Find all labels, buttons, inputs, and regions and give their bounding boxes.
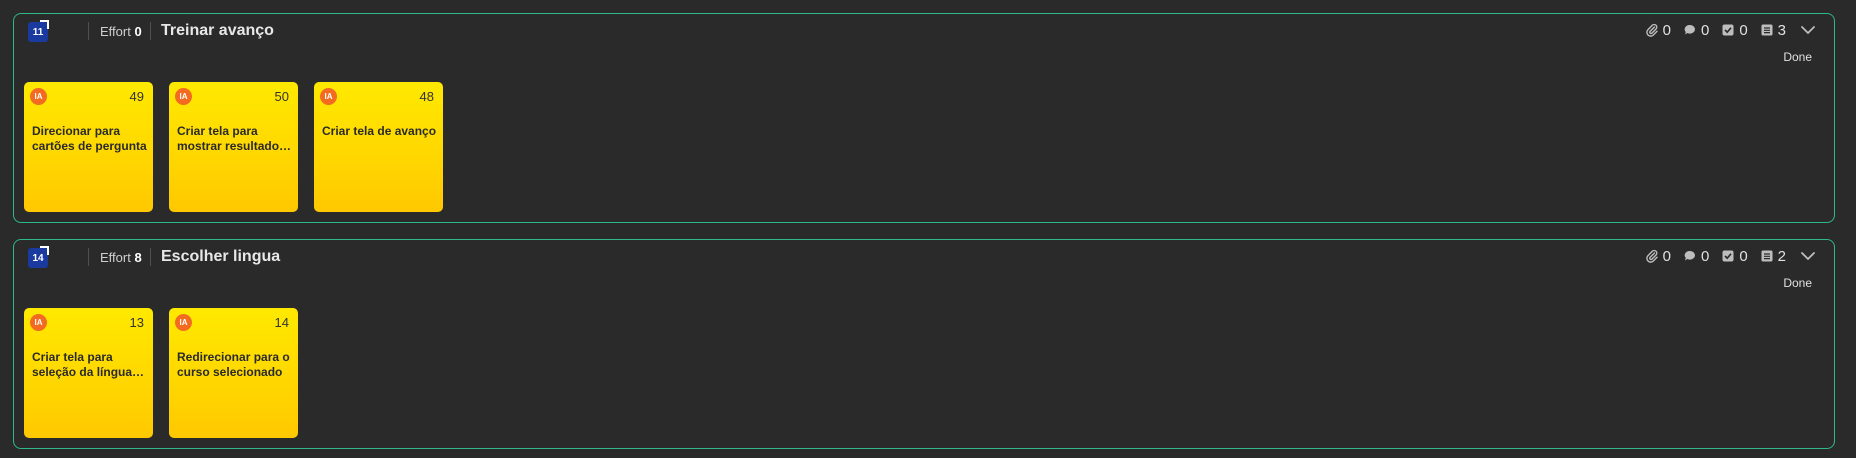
card-title: Criar tela para mostrar resultado final — [177, 124, 280, 153]
avatar: IA — [30, 314, 47, 331]
epic-id-badge[interactable]: 11 — [28, 20, 49, 42]
status-label[interactable]: Done — [1783, 50, 1812, 64]
story-card[interactable]: IA 49 Direcionar para cartões de pergunt… — [24, 82, 153, 212]
checklists-value: 0 — [1739, 247, 1748, 265]
card-title: Direcionar para cartões de pergunta — [32, 124, 147, 153]
story-card[interactable]: IA 50 Criar tela para mostrar resultado … — [169, 82, 298, 212]
avatar: IA — [320, 88, 337, 105]
attachments-value: 0 — [1662, 21, 1671, 39]
avatar: IA — [175, 88, 192, 105]
avatar: IA — [175, 314, 192, 331]
card-number: 50 — [274, 89, 289, 104]
card-title: Criar tela para seleção da língua a apre… — [32, 350, 143, 379]
effort-label: Effort — [100, 250, 131, 265]
paperclip-icon — [1645, 23, 1659, 37]
group-header[interactable]: 11 Effort 0 Treinar avanço 0 0 0 3 — [14, 14, 1834, 48]
divider — [150, 248, 151, 266]
story-card[interactable]: IA 14 Redirecionar para o curso selecion… — [169, 308, 298, 438]
checkbox-icon — [1721, 23, 1735, 37]
card-number: 13 — [129, 315, 144, 330]
story-card[interactable]: IA 13 Criar tela para seleção da língua … — [24, 308, 153, 438]
open-corner-icon — [40, 20, 49, 29]
checklists-count: 0 — [1721, 247, 1748, 265]
chevron-down-icon[interactable] — [1798, 20, 1818, 40]
epic-id-badge[interactable]: 14 — [28, 246, 49, 268]
divider — [150, 22, 151, 40]
epic-group: 11 Effort 0 Treinar avanço 0 0 0 3 Done … — [13, 13, 1835, 223]
items-count: 2 — [1760, 248, 1786, 265]
comments-value: 0 — [1700, 247, 1710, 265]
chevron-down-icon[interactable] — [1798, 246, 1818, 266]
comments-count: 0 — [1683, 248, 1709, 265]
list-icon — [1760, 23, 1774, 37]
group-meta: 0 0 0 3 — [1645, 20, 1818, 40]
items-count: 3 — [1760, 22, 1786, 39]
divider — [88, 248, 89, 266]
effort: Effort 0 — [100, 24, 142, 39]
checklists-count: 0 — [1721, 21, 1748, 39]
attachments-count: 0 — [1645, 22, 1671, 39]
card-number: 48 — [419, 89, 434, 104]
comment-icon — [1683, 23, 1697, 37]
effort: Effort 8 — [100, 250, 142, 265]
group-header[interactable]: 14 Effort 8 Escolher lingua 0 0 0 2 — [14, 240, 1834, 274]
attachments-count: 0 — [1645, 248, 1671, 265]
avatar: IA — [30, 88, 47, 105]
effort-label: Effort — [100, 24, 131, 39]
group-meta: 0 0 0 2 — [1645, 246, 1818, 266]
effort-value: 0 — [134, 24, 142, 39]
paperclip-icon — [1645, 249, 1659, 263]
epic-group: 14 Effort 8 Escolher lingua 0 0 0 2 Done… — [13, 239, 1835, 449]
story-card[interactable]: IA 48 Criar tela de avanço — [314, 82, 443, 212]
comments-value: 0 — [1700, 21, 1710, 39]
checklists-value: 0 — [1739, 21, 1748, 39]
group-title[interactable]: Treinar avanço — [161, 22, 274, 40]
comments-count: 0 — [1683, 22, 1709, 39]
items-value: 2 — [1777, 247, 1786, 265]
group-title[interactable]: Escolher lingua — [161, 248, 280, 266]
comment-icon — [1683, 249, 1697, 263]
card-number: 49 — [129, 89, 144, 104]
effort-value: 8 — [134, 250, 142, 265]
card-title: Redirecionar para o curso selecionado — [177, 350, 290, 379]
attachments-value: 0 — [1662, 247, 1671, 265]
card-title: Criar tela de avanço — [322, 124, 437, 138]
open-corner-icon — [40, 246, 49, 255]
divider — [88, 22, 89, 40]
list-icon — [1760, 249, 1774, 263]
items-value: 3 — [1777, 21, 1786, 39]
checkbox-icon — [1721, 249, 1735, 263]
card-number: 14 — [274, 315, 289, 330]
status-label[interactable]: Done — [1783, 276, 1812, 290]
